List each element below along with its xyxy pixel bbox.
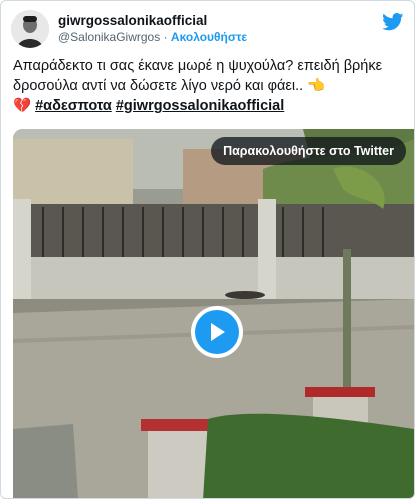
pointing-emoji: 👈: [307, 78, 326, 94]
avatar-image: [11, 10, 49, 48]
play-icon-circle: [195, 310, 239, 354]
hashtag-adespota[interactable]: #αδεσποτα: [35, 98, 112, 114]
separator: ·: [160, 30, 171, 44]
twitter-bird-icon[interactable]: [382, 13, 404, 31]
watch-on-twitter-button[interactable]: Παρακολουθήστε στο Twitter: [211, 137, 406, 165]
tweet-text: Απαράδεκτο τι σας έκανε μωρέ η ψυχούλα? …: [13, 56, 408, 116]
video-player[interactable]: Παρακολουθήστε στο Twitter: [13, 129, 414, 498]
tweet-header: giwrgossalonikaofficial @SalonikaGiwrgos…: [11, 9, 247, 49]
handle-row: @SalonikaGiwrgos · Ακολουθήστε: [58, 29, 247, 45]
play-icon: [211, 323, 225, 341]
avatar[interactable]: [11, 10, 49, 48]
display-name[interactable]: giwrgossalonikaofficial: [58, 13, 247, 29]
author-info: giwrgossalonikaofficial @SalonikaGiwrgos…: [58, 13, 247, 45]
broken-heart-emoji: 💔: [13, 98, 32, 114]
tweet-body: Απαράδεκτο τι σας έκανε μωρέ η ψυχούλα? …: [13, 58, 383, 94]
tweet-embed: giwrgossalonikaofficial @SalonikaGiwrgos…: [0, 0, 415, 499]
hashtag-giwrgossalonikaofficial[interactable]: #giwrgossalonikaofficial: [116, 98, 284, 114]
follow-button[interactable]: Ακολουθήστε: [171, 30, 247, 44]
handle[interactable]: @SalonikaGiwrgos: [58, 30, 160, 44]
play-button[interactable]: [191, 306, 243, 358]
